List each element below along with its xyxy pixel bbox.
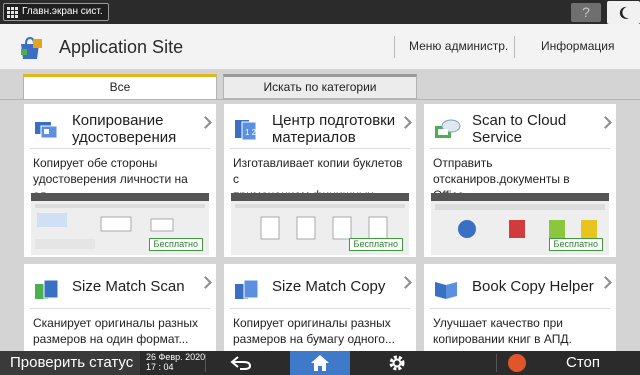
free-badge: Бесплатно: [548, 238, 603, 251]
app-header: Application Site Меню администр. Информа…: [0, 24, 640, 69]
app-card-title: Size Match Copy: [272, 278, 386, 295]
stop-icon[interactable]: [508, 354, 526, 372]
chevron-right-icon: [599, 276, 612, 289]
app-card-title: Scan to Cloud Service: [472, 112, 567, 146]
free-badge: Бесплатно: [348, 238, 403, 251]
app-preview-image: Бесплатно: [431, 193, 609, 255]
card-divider: [230, 308, 410, 309]
application-site-logo: [21, 36, 42, 59]
booklet-center-icon: 1 2: [235, 120, 257, 141]
app-card-size-match-copy[interactable]: Size Match Copy Копирует оригиналы разны…: [224, 264, 416, 351]
system-home-label: Главн.экран сист.: [22, 6, 103, 17]
bottom-divider: [496, 354, 497, 372]
card-divider: [30, 148, 210, 149]
system-home-button[interactable]: Главн.экран сист.: [3, 3, 109, 21]
app-card-description: Копирует оригиналы разных размеров на бум…: [233, 316, 395, 346]
stop-button[interactable]: Стоп: [566, 351, 600, 375]
tab-by-category[interactable]: Искать по категории: [223, 74, 417, 99]
card-divider: [30, 308, 210, 309]
chevron-right-icon: [199, 116, 212, 129]
id-card-copy-icon: [35, 122, 58, 139]
help-button[interactable]: ?: [571, 3, 601, 22]
chevron-right-icon: [399, 276, 412, 289]
app-card-title: Копирование удостоверения: [72, 112, 177, 146]
chevron-right-icon: [199, 276, 212, 289]
free-badge: Бесплатно: [148, 238, 203, 251]
home-icon: [311, 355, 329, 371]
system-bar: Главн.экран сист. ?: [0, 0, 640, 24]
app-card-book-copy-helper[interactable]: Book Copy Helper Улучшает качество при ко…: [424, 264, 616, 351]
app-card-scan-to-cloud[interactable]: Scan to Cloud Service Отправить отсканиров…: [424, 104, 616, 257]
bottom-bar: Проверить статус 26 Февр. 2020 17 : 04 С…: [0, 351, 640, 375]
app-card-size-match-scan[interactable]: Size Match Scan Сканирует оригиналы разн…: [24, 264, 216, 351]
energy-saver-button[interactable]: [607, 1, 640, 24]
tabs-divider: [0, 99, 640, 100]
header-divider: [514, 36, 515, 58]
chevron-right-icon: [599, 116, 612, 129]
page-title: Application Site: [59, 37, 184, 57]
app-card-description: Сканирует оригиналы разных размеров на од…: [33, 316, 199, 346]
tab-all[interactable]: Все: [23, 74, 217, 100]
home-button[interactable]: [290, 351, 350, 375]
app-card-title: Book Copy Helper: [472, 278, 594, 295]
date-text: 26 Февр. 2020: [146, 352, 206, 362]
date-time: 26 Февр. 2020 17 : 04: [146, 352, 205, 372]
bottom-divider: [205, 354, 206, 372]
app-preview-image: Бесплатно: [231, 193, 409, 255]
app-card-description: Улучшает качество при копировании книг в …: [433, 316, 572, 346]
card-divider: [430, 148, 610, 149]
card-divider: [430, 308, 610, 309]
app-preview-image: Бесплатно: [31, 193, 209, 255]
moon-icon: [619, 6, 629, 19]
size-match-scan-icon: [35, 279, 59, 299]
gear-icon[interactable]: [388, 354, 406, 372]
card-divider: [230, 148, 410, 149]
admin-menu-link[interactable]: Меню администр.: [409, 39, 508, 53]
check-status-button[interactable]: Проверить статус: [0, 351, 140, 375]
app-card-booklet-center[interactable]: 1 2 Центр подготовки материалов Изготавли…: [224, 104, 416, 257]
size-match-copy-icon: [235, 279, 259, 299]
time-text: 17 : 04: [146, 362, 174, 372]
grid-icon: [7, 6, 18, 18]
cloud-scan-icon: [435, 119, 461, 138]
chevron-right-icon: [399, 116, 412, 129]
back-arrow-icon[interactable]: [230, 355, 252, 371]
book-copy-icon: [435, 282, 457, 299]
header-divider: [394, 36, 395, 58]
app-card-title: Size Match Scan: [72, 278, 185, 295]
app-card-id-copy[interactable]: Копирование удостоверения Копирует обе ст…: [24, 104, 216, 257]
svg-text:1 2: 1 2: [245, 128, 257, 137]
info-link[interactable]: Информация: [541, 39, 614, 53]
app-card-title: Центр подготовки материалов: [272, 112, 396, 146]
